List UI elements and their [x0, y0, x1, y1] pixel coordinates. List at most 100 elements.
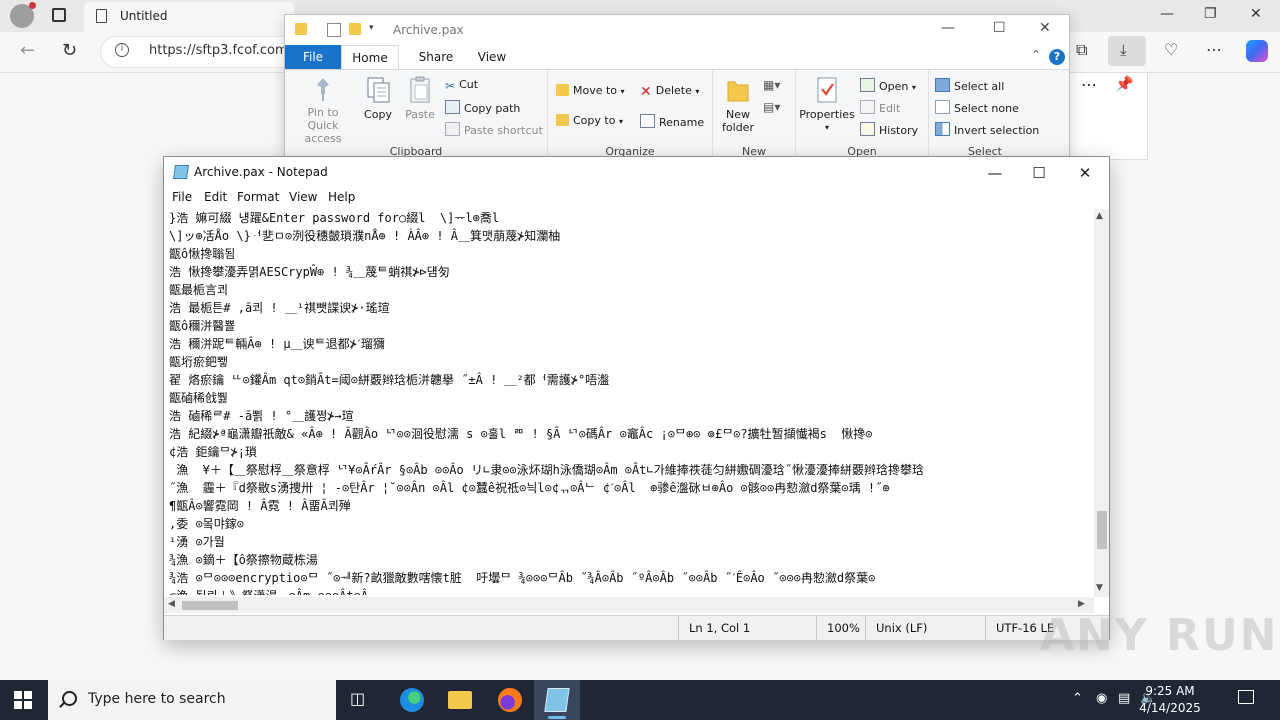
explorer-maximize-icon[interactable]: ☐ [993, 20, 1006, 36]
horizontal-scroll-thumb[interactable] [182, 601, 238, 610]
menu-format[interactable]: Format [237, 190, 279, 204]
pin-label: Pin to Quick access [304, 106, 342, 145]
select-none-label: Select none [954, 102, 1019, 115]
show-hidden-icons[interactable]: ⌃ [1072, 691, 1083, 706]
new-folder-quick-icon[interactable] [349, 23, 361, 35]
new-folder-button[interactable]: New folder [717, 76, 759, 134]
vertical-scrollbar[interactable]: ▲ ▼ [1094, 209, 1109, 597]
tab-title: Untitled [120, 9, 168, 23]
tab-actions-icon[interactable] [52, 8, 66, 22]
refresh-icon[interactable]: ↻ [62, 40, 77, 61]
browser-essentials-icon[interactable]: ♡ [1164, 40, 1178, 59]
tab-share[interactable]: Share [411, 45, 461, 69]
text-editor[interactable]: }浩 嫲可綴 넁躍&Enter password for○綴l \]ᅲl⊕喬l … [164, 209, 1094, 595]
paste-shortcut-button[interactable]: Paste shortcut [445, 122, 543, 137]
explorer-minimize-icon[interactable]: — [941, 20, 955, 36]
menu-edit[interactable]: Edit [204, 190, 227, 204]
delete-dropdown-icon: ▾ [695, 87, 700, 96]
tab-file[interactable]: File [285, 45, 341, 69]
minimize-icon[interactable]: — [1160, 6, 1174, 22]
menu-help[interactable]: Help [328, 190, 355, 204]
menu-file[interactable]: File [172, 190, 192, 204]
notepad-taskbar-button[interactable] [534, 680, 580, 720]
properties-button[interactable]: Properties ▾ [798, 76, 856, 134]
select-none-icon [935, 100, 950, 114]
address-bar[interactable]: i https://sftp3.fcof.com/ [100, 36, 302, 68]
rename-button[interactable]: Rename [640, 114, 704, 129]
downloads-button[interactable]: ⤓ [1108, 36, 1146, 66]
task-view-icon: ◫ [350, 689, 366, 708]
collections-icon[interactable]: ⧉ [1076, 40, 1087, 60]
notepad-menubar: File Edit Format View Help [164, 187, 1109, 209]
scroll-up-icon[interactable]: ▲ [1096, 211, 1103, 221]
download-icon: ⤓ [1120, 41, 1127, 59]
paste-button[interactable]: Paste [401, 76, 439, 121]
site-info-icon[interactable]: i [115, 43, 129, 57]
tab-view[interactable]: View [469, 45, 515, 69]
restore-icon[interactable]: ❐ [1204, 6, 1217, 22]
copy-path-icon [445, 100, 460, 114]
file-explorer-icon [448, 691, 472, 709]
open-button[interactable]: Open ▾ [860, 78, 916, 93]
network-icon[interactable]: ▤ [1118, 691, 1130, 706]
copilot-icon[interactable] [1246, 40, 1268, 62]
copy-to-button[interactable]: Copy to ▾ [556, 114, 623, 127]
scroll-right-icon[interactable]: ▶ [1078, 599, 1085, 609]
copy-path-button[interactable]: Copy path [445, 100, 520, 115]
history-button[interactable]: History [860, 122, 918, 137]
back-icon[interactable]: ← [20, 40, 35, 61]
notepad-close-icon[interactable]: ✕ [1062, 160, 1108, 186]
organize-group: Move to ▾ Copy to ▾ ✕ Delete ▾ Rename Org… [548, 70, 713, 159]
properties-dropdown-icon: ▾ [824, 123, 829, 132]
copy-button[interactable]: Copy [361, 76, 395, 121]
move-to-icon [556, 84, 569, 96]
scroll-down-icon[interactable]: ▼ [1096, 583, 1103, 593]
help-icon[interactable]: ? [1049, 49, 1065, 65]
cut-button[interactable]: ✂ Cut [445, 78, 478, 93]
easy-access-icon[interactable]: ▤▾ [763, 100, 780, 114]
explorer-taskbar-button[interactable] [436, 680, 482, 720]
downloads-flyout: ⋯ 📌 [1068, 72, 1148, 160]
invert-selection-button[interactable]: Invert selection [935, 122, 1039, 137]
explorer-close-icon[interactable]: ✕ [1039, 20, 1051, 36]
move-to-button[interactable]: Move to ▾ [556, 84, 625, 97]
new-item-icon[interactable]: ▦▾ [763, 78, 780, 92]
firefox-taskbar-button[interactable] [486, 680, 532, 720]
menu-view[interactable]: View [289, 190, 317, 204]
explorer-titlebar: ▾ Archive.pax — ☐ ✕ [285, 15, 1069, 45]
more-icon[interactable]: ⋯ [1206, 40, 1222, 59]
security-icon[interactable]: ◉ [1096, 691, 1107, 706]
edit-button[interactable]: Edit [860, 100, 900, 115]
pin-quick-access-button[interactable]: Pin to Quick access [291, 76, 355, 145]
notepad-minimize-icon[interactable]: — [972, 160, 1018, 186]
close-icon[interactable]: ✕ [1250, 6, 1262, 22]
copy-to-icon [556, 114, 569, 126]
select-none-button[interactable]: Select none [935, 100, 1019, 115]
scroll-left-icon[interactable]: ◀ [168, 599, 175, 609]
browser-tab[interactable]: Untitled [84, 2, 294, 32]
scissors-icon: ✂ [445, 79, 456, 93]
more-options-icon[interactable]: ⋯ [1081, 75, 1097, 94]
properties-label: Properties [799, 108, 855, 121]
notification-icon[interactable] [1238, 690, 1254, 704]
invert-selection-label: Invert selection [954, 124, 1040, 137]
notepad-maximize-icon[interactable]: ☐ [1016, 160, 1062, 186]
copy-to-label: Copy to [573, 114, 616, 127]
profile-avatar[interactable] [10, 2, 36, 28]
edge-taskbar-button[interactable] [388, 680, 434, 720]
taskbar-search[interactable]: Type here to search [48, 680, 336, 720]
select-all-button[interactable]: Select all [935, 78, 1004, 93]
collapse-ribbon-icon[interactable]: ⌃ [1031, 48, 1041, 62]
text-content[interactable]: }浩 嫲可綴 넁躍&Enter password for○綴l \]ᅲl⊕喬l … [164, 209, 1094, 595]
delete-button[interactable]: ✕ Delete ▾ [640, 84, 700, 100]
start-button[interactable] [14, 691, 32, 709]
address-url[interactable]: https://sftp3.fcof.com/ [149, 43, 292, 58]
vertical-scroll-thumb[interactable] [1097, 511, 1107, 549]
horizontal-scrollbar[interactable]: ◀ ▶ [164, 597, 1094, 613]
task-view-button[interactable]: ◫ [338, 680, 384, 720]
pin-icon[interactable]: 📌 [1115, 75, 1134, 93]
tab-home[interactable]: Home [341, 45, 399, 71]
clock[interactable]: 9:25 AM 4/14/2025 [1134, 683, 1206, 717]
properties-quick-icon[interactable] [327, 23, 341, 37]
quick-access-dropdown-icon[interactable]: ▾ [369, 23, 374, 33]
